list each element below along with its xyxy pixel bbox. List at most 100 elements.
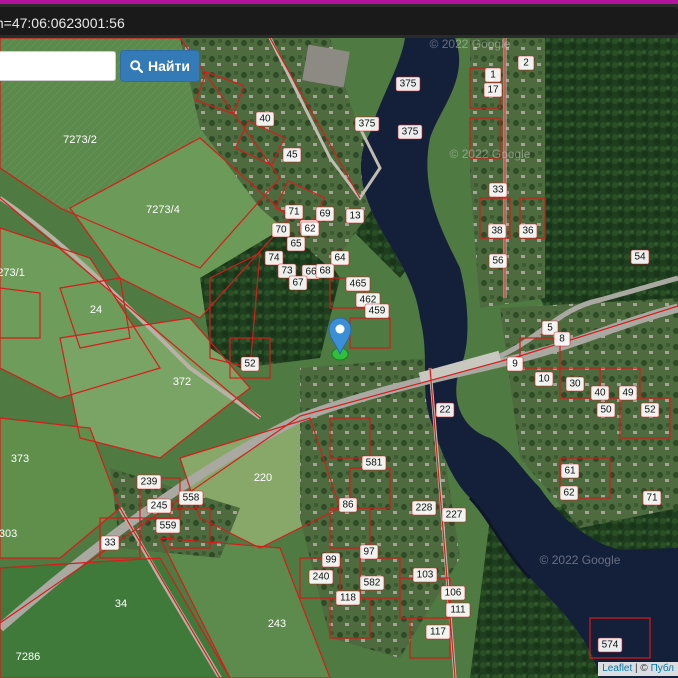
parcel-number-label: 40 <box>590 385 610 401</box>
parcel-number-label: 8 <box>553 331 571 347</box>
parcel-label-text: 22 <box>439 405 451 416</box>
parcel-number-label: 61 <box>560 463 580 479</box>
parcel-label: 7286 <box>16 651 40 663</box>
parcel-label-text: 50 <box>600 405 612 416</box>
map-watermark: © 2022 Google <box>450 147 531 161</box>
search-button-label: Найти <box>148 58 190 74</box>
parcel-number-label: 99 <box>321 552 341 568</box>
parcel-label: 372 <box>173 376 191 388</box>
parcel-number-label: 71 <box>284 204 304 220</box>
parcel-label-text: 103 <box>417 570 434 581</box>
parcel-label-text: 17 <box>487 85 499 96</box>
url-box[interactable]: m=47:06:0623001:56 <box>0 7 678 35</box>
parcel-label-text: 33 <box>104 538 116 549</box>
parcel-number-label: 117 <box>425 624 451 640</box>
parcel-label-text: 73 <box>281 266 293 277</box>
parcel-number-label: 240 <box>308 569 334 585</box>
parcel-label-text: 71 <box>288 207 300 218</box>
parcel-label-text: 86 <box>342 500 354 511</box>
parcel-label: 7273/2 <box>63 134 97 146</box>
parcel-label-text: 375 <box>402 127 419 138</box>
parcel-label-text: 64 <box>334 253 346 264</box>
parcel-number-label: 10 <box>534 371 554 387</box>
parcel-number-label: 62 <box>300 221 320 237</box>
parcel-label-text: 97 <box>363 547 375 558</box>
map-attribution: Leaflet | © Публ <box>598 662 678 676</box>
map-watermark: © 2022 Google <box>430 38 511 51</box>
source-link[interactable]: Публ <box>651 663 674 674</box>
parcel-label-text: 2 <box>523 58 529 69</box>
parcel-label-text: 111 <box>450 605 466 616</box>
parcel-number-label: 245 <box>146 498 172 514</box>
parcel-label-text: 9 <box>512 359 518 370</box>
leaflet-link[interactable]: Leaflet <box>602 663 632 674</box>
parcel-label-text: 582 <box>364 578 381 589</box>
parcel-number-label: 65 <box>286 236 306 252</box>
parcel-label-text: 459 <box>369 306 386 317</box>
parcel-number-label: 118 <box>335 590 361 606</box>
parcel-number-label: 239 <box>136 474 162 490</box>
parcel-label: 34 <box>115 598 127 610</box>
parcel-label-text: 68 <box>319 266 331 277</box>
parcel-label-text: 245 <box>151 501 168 512</box>
building-roof <box>302 44 350 88</box>
parcel-number-label: 459 <box>364 303 390 319</box>
parcel-number-label: 62 <box>559 485 579 501</box>
parcel-label-text: 45 <box>286 150 298 161</box>
parcel-number-label: 71 <box>642 490 662 506</box>
parcel-number-label: 30 <box>565 376 585 392</box>
parcel-label-text: 54 <box>634 252 646 263</box>
parcel-label-text: 5 <box>547 323 553 334</box>
village-east <box>470 38 545 308</box>
parcel-label-text: 558 <box>183 493 200 504</box>
parcel-label-text: 30 <box>569 379 581 390</box>
parcel-number-label: 9 <box>506 356 524 372</box>
parcel-number-label: 13 <box>345 208 365 224</box>
parcel-label-text: 52 <box>244 359 256 370</box>
parcel-number-label: 227 <box>441 507 467 523</box>
parcel-label-text: 99 <box>325 555 337 566</box>
parcel-label-text: 56 <box>492 256 504 267</box>
parcel-number-label: 582 <box>359 575 385 591</box>
parcel-number-label: 69 <box>315 206 335 222</box>
parcel-label-text: 227 <box>446 510 463 521</box>
parcel-number-label: 465 <box>345 276 371 292</box>
parcel-label: 303 <box>0 528 17 540</box>
parcel-number-label: 52 <box>640 402 660 418</box>
parcel-number-label: 40 <box>255 111 275 127</box>
map-watermark: © 2022 Google <box>540 553 621 567</box>
parcel-number-label: 228 <box>411 500 437 516</box>
parcel-number-label: 574 <box>597 637 623 653</box>
search-button[interactable]: Найти <box>120 50 200 82</box>
parcel-number-label: 52 <box>240 356 260 372</box>
parcel-number-label: 559 <box>155 518 181 534</box>
parcel-number-label: 375 <box>397 124 423 140</box>
parcel-number-label: 1 <box>484 67 502 83</box>
parcel-label-text: 375 <box>359 119 376 130</box>
parcel-label-text: 66 <box>305 267 317 278</box>
parcel-label-text: 239 <box>141 477 158 488</box>
parcel-number-label: 86 <box>338 497 358 513</box>
parcel-number-label: 581 <box>361 455 387 471</box>
parcel-label-text: 559 <box>160 521 177 532</box>
parcel-label-text: 33 <box>492 185 504 196</box>
parcel-number-label: 22 <box>435 402 455 418</box>
parcel-label: 220 <box>254 472 272 484</box>
parcel-label-text: 40 <box>259 114 271 125</box>
parcel-label-text: 240 <box>313 572 330 583</box>
search-icon <box>130 59 144 73</box>
parcel-label-text: 61 <box>564 466 576 477</box>
search-input[interactable] <box>0 51 116 81</box>
parcel-number-label: 56 <box>488 253 508 269</box>
parcel-label-text: 65 <box>290 239 302 250</box>
parcel-label-text: 10 <box>538 374 550 385</box>
satellite-map[interactable]: © 2022 Google © 2022 Google © 2022 Googl… <box>0 38 678 678</box>
parcel-label: 7273/4 <box>146 204 180 216</box>
parcel-number-label: 68 <box>315 263 335 279</box>
parcel-label-text: 106 <box>445 588 462 599</box>
parcel-label-text: 67 <box>292 278 304 289</box>
parcel-label: 24 <box>90 304 102 316</box>
parcel-label-text: 49 <box>622 388 634 399</box>
parcel-number-label: 2 <box>517 55 535 71</box>
parcel-number-label: 17 <box>483 82 503 98</box>
